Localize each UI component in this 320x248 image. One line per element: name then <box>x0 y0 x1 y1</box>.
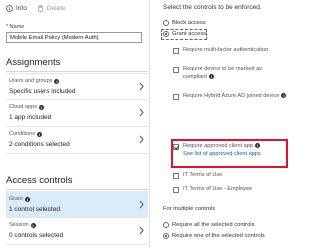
card-label: Grant <box>9 196 23 202</box>
radio-button[interactable] <box>163 222 169 228</box>
checkbox-label: IT Terms of Use - Employee <box>183 186 252 194</box>
info-button[interactable]: Info <box>6 5 27 12</box>
assignments-divider <box>6 71 148 72</box>
info-icon: i <box>24 196 30 202</box>
session-card[interactable]: Session i 0 controls selected <box>6 218 148 245</box>
checkbox-label: Require multi-factor authentication <box>183 47 268 55</box>
name-label: Name <box>9 24 25 30</box>
radio-label: Require all the selected controls <box>172 222 255 228</box>
grant-access-radio[interactable]: Grant access <box>163 31 206 37</box>
card-value: Specific users included <box>9 88 76 95</box>
card-label: Cloud apps <box>9 104 37 110</box>
require-all-controls-radio[interactable]: Require all the selected controls <box>163 222 255 228</box>
trash-icon <box>37 4 44 12</box>
grant-instruction: Select the controls to be enforced. <box>163 4 262 11</box>
block-access-radio[interactable]: Block access <box>163 20 206 26</box>
highlight-box <box>171 139 288 168</box>
checkbox[interactable] <box>173 187 179 193</box>
toolbar: Info Delete <box>6 2 66 14</box>
require-compliant-device-checkbox[interactable]: Require device to be marked as compliant… <box>173 66 283 81</box>
checkbox[interactable] <box>173 173 179 179</box>
checkbox-label-text: Require multi-factor authentication <box>183 47 269 53</box>
chevron-right-icon <box>139 135 144 144</box>
required-marker: * <box>6 24 9 30</box>
card-value: 0 controls selected <box>9 232 64 239</box>
info-icon: i <box>281 93 287 99</box>
delete-button[interactable]: Delete <box>37 5 66 12</box>
info-icon: i <box>208 73 214 79</box>
info-icon <box>6 4 13 12</box>
assignments-heading: Assignments <box>6 57 61 68</box>
it-terms-of-use-checkbox[interactable]: IT Terms of Use <box>173 172 222 180</box>
it-terms-of-use-employee-checkbox[interactable]: IT Terms of Use - Employee <box>173 186 252 194</box>
checkbox-label: IT Terms of Use <box>183 172 222 180</box>
cloud-apps-card[interactable]: Cloud apps i 1 app included <box>6 100 148 127</box>
checkbox[interactable] <box>173 48 179 54</box>
delete-label: Delete <box>46 4 66 12</box>
radio-button[interactable] <box>163 20 169 26</box>
access-controls-divider <box>6 189 148 190</box>
radio-label: Block access <box>172 20 206 26</box>
grant-card[interactable]: Grant i 1 control selected <box>6 191 148 218</box>
checkbox[interactable] <box>173 94 179 100</box>
radio-button[interactable] <box>163 233 169 239</box>
grant-panel: Select the controls to be enforced. Bloc… <box>151 0 300 248</box>
checkbox-label-text: IT Terms of Use <box>183 172 223 178</box>
checkbox[interactable] <box>173 67 179 73</box>
access-controls-heading: Access controls <box>6 175 73 186</box>
card-value: 1 app included <box>9 114 52 121</box>
name-field-label: * Name <box>6 24 24 30</box>
card-label: Users and groups <box>9 78 53 84</box>
multiple-controls-label: For multiple controls <box>163 206 216 212</box>
card-label: Conditions <box>9 131 35 137</box>
chevron-right-icon <box>139 200 144 209</box>
info-icon: i <box>38 104 44 110</box>
card-label: Session <box>9 222 29 228</box>
chevron-right-icon <box>139 108 144 117</box>
checkbox-label-text: Require device to be marked as compliant <box>183 66 262 80</box>
chevron-right-icon <box>139 226 144 235</box>
conditions-card[interactable]: Conditions i 2 conditions selected <box>6 127 148 154</box>
info-icon: i <box>37 131 42 137</box>
info-icon: i <box>30 222 36 228</box>
name-input[interactable] <box>6 32 142 43</box>
users-and-groups-card[interactable]: Users and groups i Specific users include… <box>6 73 148 100</box>
checkbox-label-text: IT Terms of Use - Employee <box>183 186 253 192</box>
require-mfa-checkbox[interactable]: Require multi-factor authentication <box>173 47 268 55</box>
info-icon: i <box>54 78 60 84</box>
radio-label: Grant access <box>172 31 207 37</box>
require-one-control-radio[interactable]: Require one of the selected controls <box>163 233 265 239</box>
checkbox-label: Require Hybrid Azure AD joined device i <box>183 93 287 101</box>
radio-button[interactable] <box>163 31 169 37</box>
checkbox-label: Require device to be marked as compliant… <box>183 66 283 81</box>
policy-blade: Info Delete * Name Assignments Users and… <box>0 0 150 248</box>
card-value: 2 conditions selected <box>9 141 70 148</box>
require-hybrid-joined-checkbox[interactable]: Require Hybrid Azure AD joined device i <box>173 93 293 101</box>
card-value: 1 control selected <box>9 206 60 213</box>
checkbox-label-text: Require Hybrid Azure AD joined device <box>183 93 280 99</box>
info-label: Info <box>16 4 27 12</box>
chevron-right-icon <box>139 82 144 91</box>
radio-label: Require one of the selected controls <box>172 233 265 239</box>
